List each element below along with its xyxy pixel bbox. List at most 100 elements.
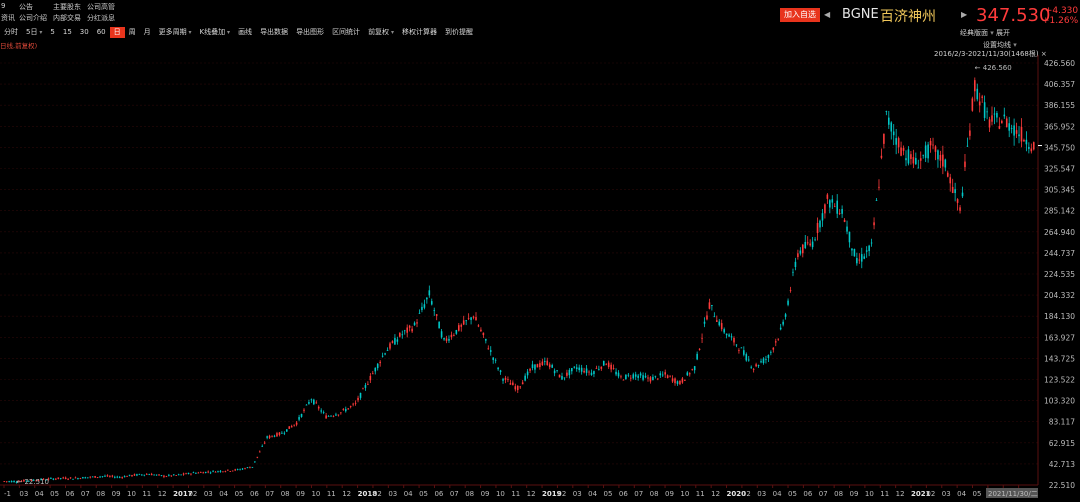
- candle-body: [502, 378, 504, 381]
- candle-body: [150, 473, 153, 476]
- candle-body: [8, 481, 10, 482]
- candle-body: [551, 365, 553, 368]
- x-tick-label: 05: [788, 490, 797, 498]
- candle-body: [59, 478, 62, 479]
- candle-body: [566, 372, 568, 376]
- candle-body: [637, 375, 639, 378]
- candle-body: [472, 316, 475, 318]
- x-tick-label: 09: [481, 490, 490, 498]
- candle-body: [826, 194, 829, 199]
- candle-body: [762, 358, 765, 364]
- candle-body: [219, 470, 222, 472]
- current-date-label: 2021/11/30/二: [988, 490, 1038, 498]
- candle-body: [541, 361, 544, 366]
- candle-body: [477, 325, 480, 327]
- y-tick-label: 285.142: [1044, 207, 1075, 216]
- candle-body: [634, 374, 637, 377]
- candle-body: [170, 475, 173, 477]
- x-tick-label: 11: [880, 490, 889, 498]
- candle-body: [679, 380, 681, 385]
- candle-body: [241, 468, 244, 470]
- candle-body: [863, 256, 866, 259]
- x-tick-label: 06: [619, 490, 628, 498]
- candle-body: [630, 377, 632, 379]
- candle-body: [214, 471, 217, 473]
- candle-body: [794, 261, 797, 267]
- candle-body: [347, 408, 350, 410]
- candle-body: [939, 154, 942, 161]
- candle-body: [711, 304, 713, 307]
- candle-body: [401, 334, 404, 336]
- candle-body: [298, 417, 300, 420]
- candle-body: [824, 204, 826, 214]
- candle-body: [922, 154, 924, 156]
- candle-body: [172, 474, 175, 476]
- candle-body: [929, 140, 932, 146]
- candle-body: [231, 470, 234, 472]
- candle-body: [583, 370, 585, 373]
- x-tick-label: 10: [496, 490, 505, 498]
- candle-body: [50, 478, 52, 479]
- candle-body: [443, 338, 445, 340]
- x-tick-label: 07: [819, 490, 828, 498]
- candle-body: [62, 477, 64, 479]
- candle-body: [10, 481, 13, 483]
- candle-body: [52, 478, 55, 480]
- y-tick-label: 264.940: [1044, 228, 1075, 237]
- candle-body: [961, 192, 964, 197]
- candle-body: [69, 477, 72, 479]
- candle-body: [202, 472, 205, 474]
- candle-body: [770, 351, 772, 353]
- x-tick-label: 11: [142, 490, 151, 498]
- candle-body: [946, 172, 949, 177]
- candle-body: [475, 317, 477, 321]
- candle-body: [192, 472, 195, 474]
- x-tick-label: 09: [850, 490, 859, 498]
- candle-body: [121, 477, 123, 478]
- candle-body: [276, 433, 278, 437]
- x-tick-label: 05: [235, 490, 244, 498]
- candle-body: [792, 271, 794, 273]
- candle-body: [595, 367, 598, 369]
- candle-body: [571, 368, 573, 372]
- x-tick-label: 07: [634, 490, 643, 498]
- x-tick-label: 08: [834, 490, 843, 498]
- candle-body: [268, 435, 271, 438]
- candle-body: [966, 145, 969, 147]
- x-tick-label: 09: [296, 490, 305, 498]
- candle-body: [133, 474, 136, 476]
- candle-body: [514, 386, 517, 390]
- candle-body: [632, 374, 635, 379]
- candle-body: [362, 388, 364, 390]
- candle-body: [937, 150, 939, 160]
- candle-body: [691, 369, 694, 370]
- candle-body: [403, 330, 406, 332]
- x-tick-label: 07: [450, 490, 459, 498]
- y-tick-label: 224.535: [1044, 270, 1075, 279]
- candle-body: [516, 385, 519, 391]
- x-tick-label: 06: [803, 490, 812, 498]
- candle-body: [229, 471, 232, 472]
- candle-body: [155, 474, 158, 476]
- candle-body: [359, 392, 362, 398]
- candle-body: [438, 321, 440, 329]
- candle-body: [305, 404, 308, 406]
- candle-body: [870, 242, 873, 244]
- candle-body: [998, 126, 1001, 129]
- candle-body: [104, 475, 106, 477]
- y-tick-label: 83.117: [1049, 418, 1075, 427]
- candle-body: [669, 375, 671, 377]
- kline-chart[interactable]: 426.560 406.357 386.155 365.952 345.750 325.5…: [0, 0, 1080, 502]
- y-tick-label: 42.713: [1049, 460, 1075, 469]
- candle-body: [612, 368, 615, 369]
- candle-body: [391, 341, 394, 343]
- x-tick-label: 04: [404, 490, 413, 498]
- chart-grid: [0, 55, 1039, 486]
- candle-body: [725, 333, 728, 336]
- y-tick-label: 305.345: [1044, 186, 1075, 195]
- candle-body: [128, 474, 131, 476]
- y-tick-label: 184.130: [1044, 312, 1075, 321]
- candle-body: [145, 474, 148, 475]
- candle-body: [72, 478, 74, 480]
- candle-body: [693, 366, 696, 371]
